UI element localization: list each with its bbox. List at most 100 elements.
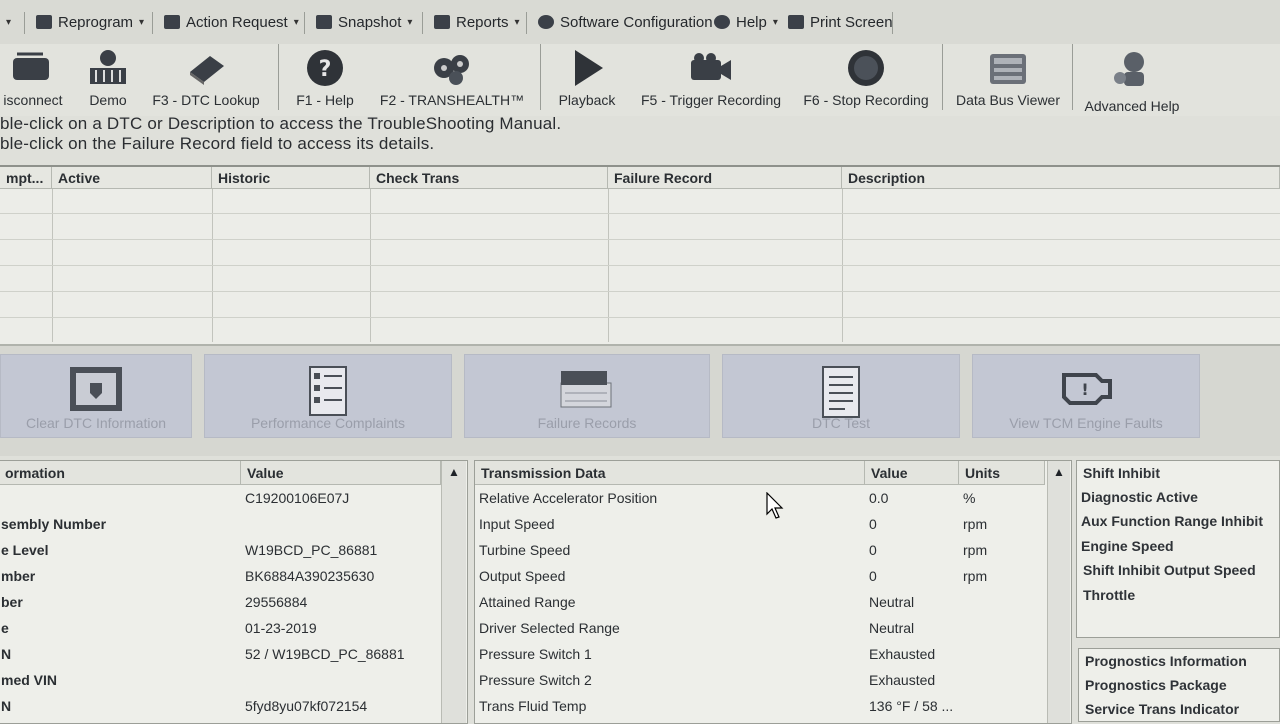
column-header-historic[interactable]: Historic	[212, 167, 370, 189]
book-icon	[186, 46, 226, 90]
help-button[interactable]: ? F1 - Help	[290, 46, 360, 108]
menu-action-request[interactable]: Action Request ▾	[158, 10, 305, 34]
toolbar-separator	[540, 44, 541, 110]
instruction-line-1: ble-click on a DTC or Description to acc…	[0, 114, 562, 133]
data-bus-icon	[986, 46, 1030, 90]
clear-dtc-icon	[66, 363, 126, 418]
info-row-name: sembly Number	[1, 516, 107, 532]
checklist-icon	[304, 363, 352, 422]
info-scrollbar[interactable]: ▲	[441, 461, 466, 723]
param-unit	[963, 641, 1043, 667]
param-unit	[963, 667, 1043, 693]
performance-complaints-button[interactable]: Performance Complaints	[204, 354, 452, 438]
toolbar-separator	[278, 44, 279, 110]
toolbar: isconnect Demo F3 - DTC Lookup ? F1 - He…	[0, 44, 1280, 116]
value-column-header[interactable]: Value	[865, 461, 959, 485]
column-header-active[interactable]: Active	[52, 167, 212, 189]
param-name[interactable]: Pressure Switch 2	[479, 667, 861, 693]
param-name[interactable]: Pressure Switch 1	[479, 641, 861, 667]
transmission-data-column-header[interactable]: Transmission Data	[475, 461, 865, 485]
prognostics-item[interactable]: Prognostics Information	[1085, 653, 1247, 669]
playback-button[interactable]: Playback	[552, 46, 622, 108]
param-name[interactable]: Attained Range	[479, 589, 861, 615]
transmission-scrollbar[interactable]: ▲	[1047, 461, 1070, 723]
question-icon: ?	[305, 46, 345, 90]
dtc-test-button[interactable]: DTC Test	[722, 354, 960, 438]
failure-records-button[interactable]: Failure Records	[464, 354, 710, 438]
menu-software-configuration[interactable]: Software Configuration	[532, 10, 719, 34]
menu-overflow-caret[interactable]: ▾	[0, 10, 17, 34]
param-unit	[963, 589, 1043, 615]
menu-separator	[892, 12, 893, 34]
menu-bar: ▾ Reprogram ▾ Action Request ▾ Snapshot ▾ R…	[0, 0, 1280, 45]
info-row-name	[1, 485, 239, 511]
param-name[interactable]: Input Speed	[479, 511, 861, 537]
disconnect-button[interactable]: isconnect	[0, 46, 66, 108]
status-item[interactable]: Shift Inhibit	[1083, 465, 1160, 481]
advanced-help-icon	[1110, 46, 1154, 90]
menu-snapshot[interactable]: Snapshot ▾	[310, 10, 418, 34]
units-column-header[interactable]: Units	[959, 461, 1045, 485]
scroll-up-icon[interactable]: ▲	[1048, 461, 1070, 483]
failure-records-icon	[557, 363, 617, 414]
prognostics-item[interactable]: Service Trans Indicator	[1085, 701, 1239, 717]
param-unit: %	[963, 490, 976, 506]
instruction-line-2: ble-click on the Failure Record field to…	[0, 134, 435, 153]
view-tcm-engine-faults-button[interactable]: ! View TCM Engine Faults	[972, 354, 1200, 438]
value-column-header[interactable]: Value	[241, 461, 441, 485]
menu-separator	[152, 12, 153, 34]
stop-recording-button[interactable]: F6 - Stop Recording	[800, 46, 932, 108]
menu-reports[interactable]: Reports ▾	[428, 10, 526, 34]
param-value: Neutral	[869, 594, 915, 610]
column-header[interactable]: mpt...	[0, 167, 52, 189]
info-column-header[interactable]: ormation	[0, 461, 241, 485]
param-name[interactable]: Turbine Speed	[479, 537, 861, 563]
chevron-down-icon: ▾	[6, 16, 12, 28]
action-button-row: Clear DTC Information Performance Compla…	[0, 346, 1280, 456]
status-item[interactable]: Aux Function Range Inhibit	[1081, 513, 1263, 529]
grid-line	[0, 317, 1280, 318]
status-item[interactable]: Throttle	[1083, 587, 1135, 603]
param-name[interactable]: Output Speed	[479, 563, 861, 589]
menu-help[interactable]: Help ▾	[708, 10, 784, 34]
column-header-failure-record[interactable]: Failure Record	[608, 167, 842, 189]
status-item[interactable]: Diagnostic Active	[1081, 489, 1198, 505]
menu-print-screen[interactable]: Print Screen	[782, 10, 899, 34]
demo-button[interactable]: Demo	[80, 46, 136, 108]
disconnect-icon	[13, 46, 53, 90]
prognostics-item[interactable]: Prognostics Package	[1085, 677, 1227, 693]
reports-icon	[434, 15, 450, 29]
clear-dtc-button[interactable]: Clear DTC Information	[0, 354, 192, 438]
info-row-name: med VIN	[1, 672, 58, 688]
dtc-lookup-button[interactable]: F3 - DTC Lookup	[148, 46, 264, 108]
status-list-panel: Shift Inhibit Diagnostic Active Aux Func…	[1076, 460, 1280, 638]
scroll-up-icon[interactable]: ▲	[442, 461, 466, 483]
transhealth-button[interactable]: F2 - TRANSHEALTH™	[374, 46, 530, 108]
info-row-name: e Level	[1, 542, 49, 558]
chevron-down-icon: ▾	[407, 16, 413, 28]
status-item[interactable]: Shift Inhibit Output Speed	[1083, 562, 1256, 578]
param-name[interactable]: Trans Fluid Temp	[479, 693, 861, 719]
svg-text:?: ?	[319, 57, 332, 82]
param-name[interactable]: Driver Selected Range	[479, 615, 861, 641]
param-value: 136 °F / 58 ...	[869, 698, 954, 714]
param-value: Exhausted	[869, 646, 936, 662]
status-item[interactable]: Engine Speed	[1081, 538, 1174, 554]
column-header-description[interactable]: Description	[842, 167, 1280, 189]
info-row-value: BK6884A390235630	[245, 568, 375, 584]
data-bus-viewer-button[interactable]: Data Bus Viewer	[954, 46, 1062, 108]
column-header-check-trans[interactable]: Check Trans	[370, 167, 608, 189]
grid-line	[0, 265, 1280, 266]
grid-line	[0, 291, 1280, 292]
param-name[interactable]: Relative Accelerator Position	[479, 485, 861, 511]
param-value: 0	[869, 516, 877, 532]
demo-icon	[86, 46, 130, 90]
dtc-table: mpt... Active Historic Check Trans Failu…	[0, 165, 1280, 346]
param-value: Neutral	[869, 620, 915, 636]
menu-reprogram[interactable]: Reprogram ▾	[30, 10, 150, 34]
info-row-value: 5fyd8yu07kf072154	[245, 698, 368, 714]
info-row-name: N	[1, 698, 12, 714]
info-row-value	[245, 511, 437, 537]
advanced-help-button[interactable]: Advanced Help	[1082, 46, 1182, 114]
trigger-recording-button[interactable]: F5 - Trigger Recording	[636, 46, 786, 108]
